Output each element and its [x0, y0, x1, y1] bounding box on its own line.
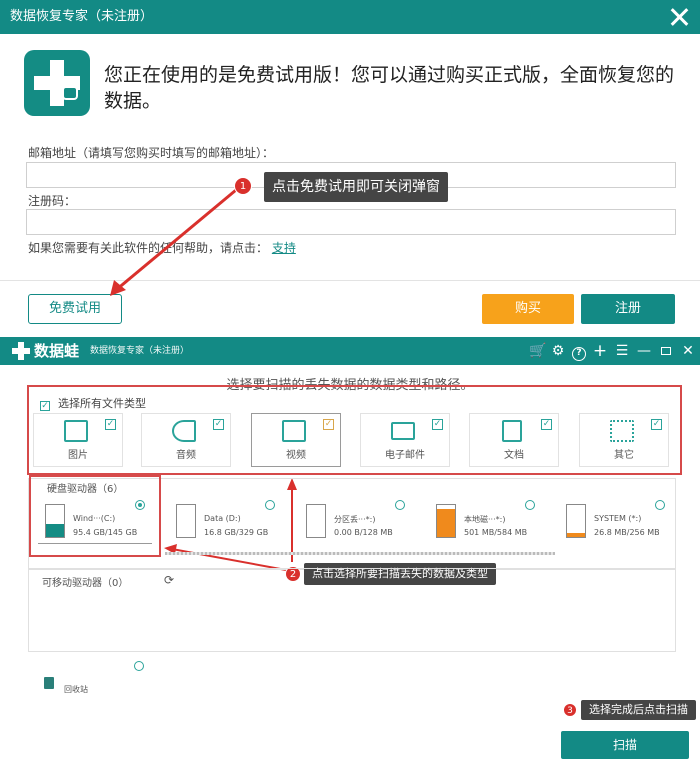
file-type-document[interactable]: ✓ 文档: [469, 413, 559, 467]
file-type-label: 文档: [504, 450, 524, 461]
help-line: 如果您需要有关此软件的任何帮助，请点击： 支持: [28, 239, 296, 256]
image-icon: [64, 420, 88, 442]
drive-size: 501 MB/584 MB: [464, 528, 528, 537]
check-icon: ✓: [40, 401, 50, 411]
app-logo-icon: [24, 50, 90, 116]
drive-local-radio[interactable]: [525, 500, 535, 510]
registration-code-field[interactable]: [26, 209, 676, 235]
checkbox[interactable]: ✓: [323, 419, 334, 430]
callout-1: 点击免费试用即可关闭弹窗: [264, 172, 448, 202]
recycle-bin-icon: [44, 677, 54, 689]
callout-3: 选择完成后点击扫描: [581, 700, 696, 720]
drive-name: 分区丢···*:): [334, 515, 376, 524]
removable-label: 可移动驱动器（0）: [42, 578, 129, 589]
dialog-headline: 您正在使用的是免费试用版！您可以通过购买正式版，全面恢复您的数据。: [104, 64, 675, 112]
checkbox[interactable]: ✓: [432, 419, 443, 430]
file-type-label: 其它: [614, 450, 634, 461]
help-text: 如果您需要有关此软件的任何帮助，请点击：: [28, 241, 269, 255]
callout-badge-3: 3: [563, 703, 577, 717]
buy-button[interactable]: 购买: [482, 294, 574, 324]
plus-icon[interactable]: +: [592, 342, 608, 360]
recycle-label: 回收站: [64, 685, 88, 694]
file-type-label: 电子邮件: [385, 450, 425, 461]
app-title: 数据恢复专家（未注册）: [90, 346, 190, 356]
recycle-radio[interactable]: [134, 661, 144, 671]
support-link[interactable]: 支持: [272, 241, 296, 255]
file-type-email[interactable]: ✓ 电子邮件: [360, 413, 450, 467]
settings-icon[interactable]: ⚙: [550, 342, 566, 360]
drive-icon: [566, 504, 586, 538]
drive-d-radio[interactable]: [265, 500, 275, 510]
drive-name: 本地磁···*:): [464, 515, 506, 524]
drive-lost-partition-radio[interactable]: [395, 500, 405, 510]
drive-c-underline: [38, 543, 152, 544]
checkbox[interactable]: ✓: [541, 419, 552, 430]
app-title-bar: 数据蛙 数据恢复专家（未注册） 🛒 ⚙ ? + ☰ — ✕: [0, 337, 700, 365]
email-icon: [391, 422, 415, 440]
close-icon[interactable]: ✕: [680, 342, 696, 360]
drive-size: 0.00 B/128 MB: [334, 528, 393, 537]
free-trial-button[interactable]: 免费试用: [28, 294, 122, 324]
file-type-video[interactable]: ✓ 视频: [251, 413, 341, 467]
code-label: 注册码：: [28, 194, 77, 208]
document-icon: [502, 420, 522, 442]
drive-icon: [436, 504, 456, 538]
drive-c-radio[interactable]: [135, 500, 145, 510]
drive-name: SYSTEM (*:): [594, 514, 642, 523]
checkbox[interactable]: ✓: [213, 419, 224, 430]
dialog-title-bar: 数据恢复专家（未注册）: [0, 0, 700, 34]
drives-label: 硬盘驱动器（6）: [45, 480, 126, 495]
other-icon: [610, 420, 634, 442]
refresh-icon[interactable]: ⟳: [164, 573, 174, 587]
cart-icon[interactable]: 🛒: [529, 342, 546, 360]
drive-icon: [45, 504, 65, 538]
register-button[interactable]: 注册: [581, 294, 675, 324]
checkbox[interactable]: ✓: [105, 419, 116, 430]
app-brand: 数据蛙: [34, 342, 80, 360]
close-icon[interactable]: [670, 8, 688, 26]
file-type-label: 图片: [68, 450, 88, 461]
checkbox[interactable]: ✓: [651, 419, 662, 430]
email-label: 邮箱地址（请填写您购买时填写的邮箱地址）：: [28, 146, 275, 160]
drive-icon: [176, 504, 196, 538]
drive-size: 16.8 GB/329 GB: [204, 528, 269, 537]
drive-system-radio[interactable]: [655, 500, 665, 510]
video-icon: [282, 420, 306, 442]
drive-size: 26.8 MB/256 MB: [594, 528, 660, 537]
audio-icon: [172, 420, 196, 442]
file-type-label: 视频: [286, 450, 306, 461]
drive-name: Wind···(C:): [73, 514, 116, 523]
drive-scrollbar[interactable]: [165, 552, 555, 555]
file-type-image[interactable]: ✓ 图片: [33, 413, 123, 467]
dialog-title: 数据恢复专家（未注册）: [10, 9, 154, 24]
drive-icon: [306, 504, 326, 538]
select-all-checkbox[interactable]: ✓ 选择所有文件类型: [40, 395, 146, 411]
drive-size: 95.4 GB/145 GB: [73, 528, 138, 537]
select-all-label: 选择所有文件类型: [58, 397, 146, 410]
help-icon[interactable]: ?: [571, 342, 587, 361]
file-type-other[interactable]: ✓ 其它: [579, 413, 669, 467]
menu-icon[interactable]: ☰: [614, 342, 630, 360]
file-type-label: 音频: [176, 450, 196, 461]
app-logo-icon: [12, 342, 30, 360]
minimize-icon[interactable]: —: [636, 342, 652, 360]
divider: [0, 280, 700, 281]
maximize-icon[interactable]: [658, 342, 674, 360]
callout-badge-1: 1: [234, 177, 252, 195]
file-type-audio[interactable]: ✓ 音频: [141, 413, 231, 467]
scan-button[interactable]: 扫描: [561, 731, 689, 759]
drive-name: Data (D:): [204, 514, 241, 523]
